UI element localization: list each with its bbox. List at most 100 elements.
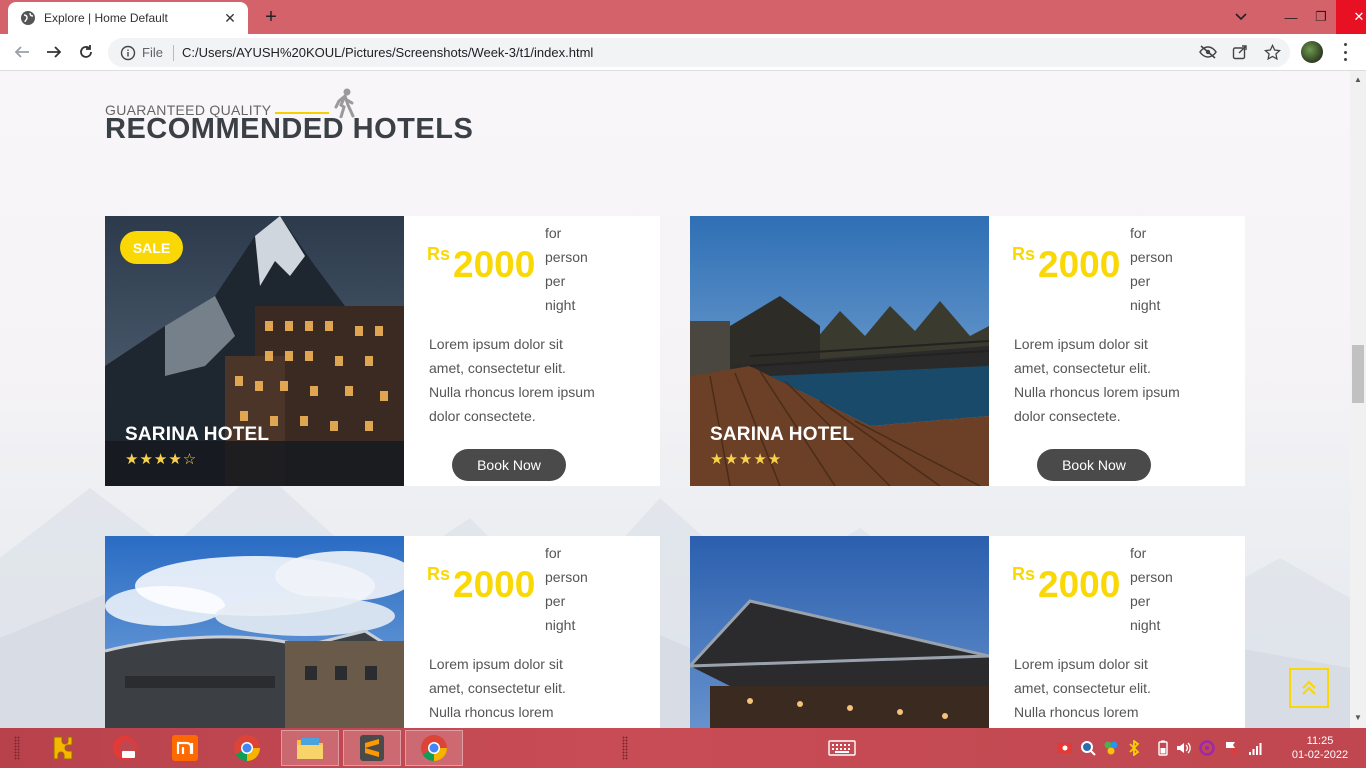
taskbar-app-uc-browser[interactable] [96, 730, 154, 766]
section-title: RECOMMENDED HOTELS [105, 113, 474, 145]
folder-icon [297, 738, 323, 759]
hotel-card: Rs 2000 for person per night Lorem ipsum… [690, 536, 1245, 728]
taskbar-app-chrome-active[interactable] [405, 730, 463, 766]
price-unit-line: for [1130, 545, 1147, 561]
price-unit-line: for [545, 225, 562, 241]
price-unit-line: for [1130, 225, 1147, 241]
profile-avatar[interactable] [1301, 41, 1323, 63]
address-url[interactable]: C:/Users/AYUSH%20KOUL/Pictures/Screensho… [182, 45, 593, 60]
battery-tray-icon[interactable] [1155, 740, 1171, 756]
hotel-name[interactable]: SARINA HOTEL [710, 424, 854, 446]
scroll-down-arrow-icon[interactable]: ▼ [1354, 713, 1362, 722]
price-unit: for person per night [545, 221, 615, 317]
search-tray-icon[interactable] [1080, 740, 1096, 756]
scroll-to-top-button[interactable] [1289, 668, 1329, 708]
price-currency: Rs [427, 244, 451, 264]
hotel-card: SARINA HOTEL ★★★★★ Rs 2000 for person pe… [690, 216, 1245, 486]
browser-toolbar: File C:/Users/AYUSH%20KOUL/Pictures/Scre… [0, 34, 1366, 71]
volume-tray-icon[interactable] [1175, 740, 1191, 756]
price-unit-line: for [545, 545, 562, 561]
back-icon[interactable] [12, 42, 32, 62]
browser-menu-icon[interactable] [1338, 43, 1352, 61]
chrome-icon [421, 735, 447, 762]
reload-icon[interactable] [76, 42, 96, 62]
double-chevron-up-icon [1302, 680, 1316, 695]
browser-tab-bar: Explore | Home Default ✕ + — ❐ ✕ [0, 0, 1366, 34]
price-amount: 2000 [453, 244, 536, 285]
scroll-up-arrow-icon[interactable]: ▲ [1354, 75, 1362, 84]
book-now-button[interactable]: Book Now [1037, 449, 1151, 481]
taskbar-app-puzzle[interactable] [34, 730, 92, 766]
taskbar-clock[interactable]: 11:25 01-02-2022 [1288, 734, 1352, 762]
info-icon[interactable] [120, 45, 136, 61]
bluetooth-tray-icon[interactable] [1126, 740, 1142, 756]
browser-tab[interactable]: Explore | Home Default ✕ [8, 2, 248, 34]
price-unit-line: person [545, 249, 588, 265]
price-unit-line: per [1130, 593, 1151, 609]
price-unit-line: per [545, 273, 566, 289]
book-now-button[interactable]: Book Now [452, 449, 566, 481]
hotel-description: Lorem ipsum dolor sit amet, consectetur … [1014, 656, 1151, 720]
eye-off-icon[interactable] [1199, 43, 1217, 61]
price-amount: 2000 [1038, 244, 1121, 285]
price-unit-line: night [545, 297, 576, 313]
price-amount: 2000 [453, 564, 536, 605]
price-unit-line: night [545, 617, 576, 633]
address-scheme: File [142, 45, 163, 60]
hotel-photo[interactable]: SALE SARINA HOTEL ★★★★☆ [105, 216, 404, 486]
price-unit-line: person [1130, 249, 1173, 265]
taskbar-app-mi[interactable] [156, 730, 214, 766]
hotel-photo[interactable]: SARINA HOTEL ★★★★★ [690, 216, 989, 486]
photos-tray-icon[interactable] [1103, 740, 1119, 756]
taskbar-app-file-explorer[interactable] [281, 730, 339, 766]
hotel-name[interactable]: SARINA HOTEL [125, 424, 269, 446]
rating-stars: ★★★★★ [710, 451, 783, 468]
address-divider [172, 44, 174, 61]
price-unit-line: person [1130, 569, 1173, 585]
minimize-icon[interactable]: — [1276, 0, 1306, 34]
price-unit: for person per night [1130, 221, 1200, 317]
chrome-icon [234, 735, 260, 762]
hotel-photo[interactable] [105, 536, 404, 728]
tab-search-icon[interactable] [1226, 0, 1256, 34]
address-bar[interactable]: File C:/Users/AYUSH%20KOUL/Pictures/Scre… [108, 38, 1290, 67]
share-icon[interactable] [1231, 43, 1249, 61]
hotel-description: Lorem ipsum dolor sit amet, consectetur … [1014, 336, 1180, 424]
sale-badge: SALE [120, 231, 183, 264]
price-unit-line: per [1130, 273, 1151, 289]
taskbar-app-chrome[interactable] [218, 730, 276, 766]
forward-icon[interactable] [44, 42, 64, 62]
clock-time: 11:25 [1306, 735, 1334, 747]
price-unit-line: night [1130, 617, 1161, 633]
network-tray-icon[interactable] [1248, 740, 1264, 756]
uc-browser-icon [113, 736, 137, 760]
price-unit-line: night [1130, 297, 1161, 313]
price-unit-line: person [545, 569, 588, 585]
price-amount: 2000 [1038, 564, 1121, 605]
hotel-card: SALE SARINA HOTEL ★★★★☆ Rs 2000 for pers… [105, 216, 660, 486]
hotel-photo[interactable] [690, 536, 989, 728]
clock-date: 01-02-2022 [1291, 749, 1349, 761]
window-close-icon[interactable]: ✕ [1336, 0, 1366, 34]
taskbar-grip[interactable] [622, 736, 628, 760]
windows-taskbar: 11:25 01-02-2022 [0, 728, 1366, 768]
globe-icon [21, 11, 35, 25]
rating-stars: ★★★★☆ [125, 451, 198, 468]
taskbar-app-sublime[interactable] [343, 730, 401, 766]
recorder-tray-icon[interactable] [1057, 740, 1073, 756]
vpn-tray-icon[interactable] [1199, 740, 1215, 756]
price-unit-line: per [545, 593, 566, 609]
window-controls: — ❐ ✕ [1226, 0, 1366, 34]
price-unit: for person per night [545, 541, 615, 637]
sublime-text-icon [360, 735, 384, 761]
price-currency: Rs [1012, 564, 1036, 584]
scrollbar-thumb[interactable] [1352, 345, 1364, 403]
keyboard-icon[interactable] [828, 740, 856, 756]
new-tab-button[interactable]: + [260, 6, 282, 28]
taskbar-grip[interactable] [14, 736, 20, 760]
restore-icon[interactable]: ❐ [1306, 0, 1336, 34]
bookmark-star-icon[interactable] [1263, 43, 1281, 61]
page-scrollbar[interactable]: ▲ ▼ [1350, 71, 1366, 728]
action-center-flag-icon[interactable] [1223, 740, 1239, 756]
tab-close-icon[interactable]: ✕ [222, 10, 238, 27]
